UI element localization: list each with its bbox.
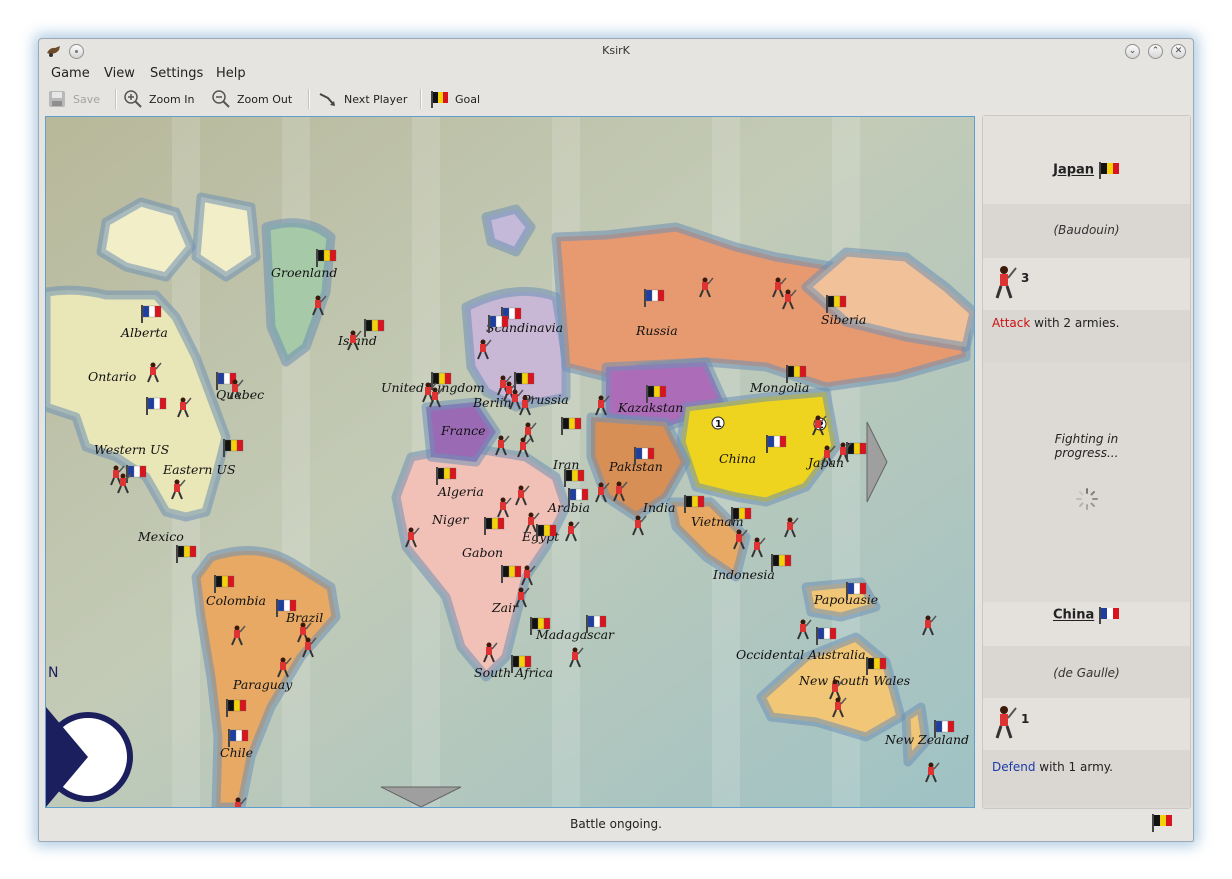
goal-button[interactable]: Goal	[429, 87, 480, 111]
close-icon: ✕	[1174, 46, 1183, 56]
menu-settings[interactable]: Settings	[150, 66, 203, 81]
country-label-groenland: Groenland	[271, 265, 337, 280]
next-player-button[interactable]: Next Player	[318, 87, 407, 111]
attacker-armies-count: 3	[1021, 271, 1030, 285]
zoom-out-button[interactable]: Zoom Out	[211, 87, 292, 111]
defend-description: with 1 army.	[1035, 760, 1113, 774]
country-label-india: India	[642, 500, 675, 515]
attacker-armies-row: 3	[983, 258, 1190, 310]
country-label-zair: Zair	[491, 600, 519, 615]
french-flag-icon	[1099, 607, 1120, 624]
attack-word: Attack	[992, 316, 1031, 330]
belgian-flag-icon	[1152, 814, 1172, 832]
zoom-in-icon	[124, 90, 142, 108]
country-label-ontario: Ontario	[88, 369, 136, 384]
toolbar-separator	[420, 89, 422, 109]
marker-1: 1	[715, 419, 722, 430]
zoom-in-button[interactable]: Zoom In	[123, 87, 194, 111]
country-label-alberta: Alberta	[120, 325, 168, 340]
status-message: Battle ongoing.	[570, 817, 662, 831]
country-label-russia: Russia	[635, 323, 678, 338]
attacker-leader-name: (Baudouin)	[1053, 223, 1120, 237]
country-label-brazil: Brazil	[285, 610, 323, 625]
save-icon	[49, 91, 65, 107]
belgian-flag-icon	[431, 91, 448, 108]
country-label-siberia: Siberia	[821, 312, 866, 327]
toolbar-separator	[308, 89, 310, 109]
menu-bar: Game View Settings Help	[39, 63, 1193, 85]
attacker-nation-row: Japan	[983, 116, 1190, 204]
goal-label: Goal	[455, 92, 481, 106]
country-label-prussia: Prussia	[521, 392, 569, 407]
toolbar: Save Zoom In Zoom Out Next Player Goal	[39, 85, 1193, 113]
status-bar: Battle ongoing.	[39, 811, 1193, 839]
zoom-out-icon	[212, 90, 230, 108]
defender-armies-row: 1	[983, 698, 1190, 750]
soldier-icon	[995, 266, 1017, 299]
attacker-leader-row: (Baudouin)	[983, 204, 1190, 258]
attacker-nation-name: Japan	[1053, 162, 1095, 178]
loading-spinner-icon	[1076, 488, 1098, 510]
defender-nation-name: China	[1052, 607, 1095, 623]
minimize-button[interactable]: ⌄	[1125, 44, 1140, 59]
world-map-view[interactable]: 1 2 N GroenlandAlbertaIslandScandinaviaR…	[45, 116, 975, 808]
country-label-mexico: Mexico	[137, 529, 184, 544]
menu-view[interactable]: View	[104, 66, 135, 81]
soldier-icon	[995, 706, 1017, 739]
country-label-paraguay: Paraguay	[232, 677, 293, 692]
country-label-papouasie: Papouasie	[813, 592, 878, 607]
country-label-occidental-australia: Occidental Australia	[736, 647, 866, 662]
next-player-label: Next Player	[344, 92, 408, 106]
country-label-niger: Niger	[431, 512, 469, 527]
battle-panel: Japan (Baudouin) 3 Attack with 2 armies.	[982, 115, 1191, 809]
title-bar: KsirK ⌄ ⌃ ✕	[39, 39, 1193, 63]
country-label-south-africa: South Africa	[474, 665, 553, 680]
country-label-chile: Chile	[220, 745, 253, 760]
defend-word: Defend	[992, 760, 1036, 774]
toolbar-separator	[115, 89, 117, 109]
country-label-indonesia: Indonesia	[712, 567, 775, 582]
world-map[interactable]: 1 2 N GroenlandAlbertaIslandScandinaviaR…	[46, 117, 974, 807]
maximize-button[interactable]: ⌃	[1148, 44, 1163, 59]
attack-description: with 2 armies.	[1030, 316, 1120, 330]
country-label-kazakstan: Kazakstan	[617, 400, 683, 415]
next-player-icon	[319, 93, 335, 106]
save-label: Save	[73, 92, 101, 106]
country-label-france: France	[440, 423, 486, 438]
country-label-quebec: Quebec	[216, 387, 264, 402]
belgian-flag-icon	[1098, 162, 1119, 179]
chevron-down-icon: ⌄	[1128, 46, 1137, 56]
menu-game[interactable]: Game	[51, 66, 90, 81]
country-label-china: China	[719, 451, 756, 466]
country-label-colombia: Colombia	[206, 593, 266, 608]
defender-armies-count: 1	[1021, 712, 1030, 726]
defender-action-row: Defend with 1 army.	[983, 750, 1190, 806]
country-label-eastern-us: Eastern US	[162, 462, 236, 477]
country-label-gabon: Gabon	[462, 545, 503, 560]
menu-help[interactable]: Help	[216, 66, 246, 81]
ksirk-window: KsirK ⌄ ⌃ ✕ Game View Settings Help Save	[38, 38, 1194, 842]
zoom-in-label: Zoom In	[149, 92, 195, 106]
window-title: KsirK	[602, 44, 630, 57]
country-label-new-zealand: New Zealand	[884, 732, 969, 747]
defender-leader-row: (de Gaulle)	[983, 646, 1190, 698]
fight-status-area: Fighting in progress...	[983, 362, 1190, 602]
defender-leader-name: (de Gaulle)	[1053, 666, 1120, 680]
country-label-madagascar: Madagascar	[535, 627, 615, 642]
country-label-western-us: Western US	[94, 442, 169, 457]
defender-nation-row: China	[983, 602, 1190, 646]
save-button[interactable]: Save	[47, 87, 100, 111]
chevron-up-icon: ⌃	[1151, 46, 1160, 56]
fight-status-text: Fighting in progress...	[1054, 432, 1119, 460]
close-button[interactable]: ✕	[1171, 44, 1186, 59]
zoom-out-label: Zoom Out	[237, 92, 293, 106]
country-label-mongolia: Mongolia	[749, 380, 809, 395]
attacker-action-row: Attack with 2 armies.	[983, 310, 1190, 362]
country-label-algeria: Algeria	[437, 484, 484, 499]
compass-north-label: N	[48, 665, 58, 681]
country-label-new-south-wales: New South Wales	[798, 673, 910, 688]
